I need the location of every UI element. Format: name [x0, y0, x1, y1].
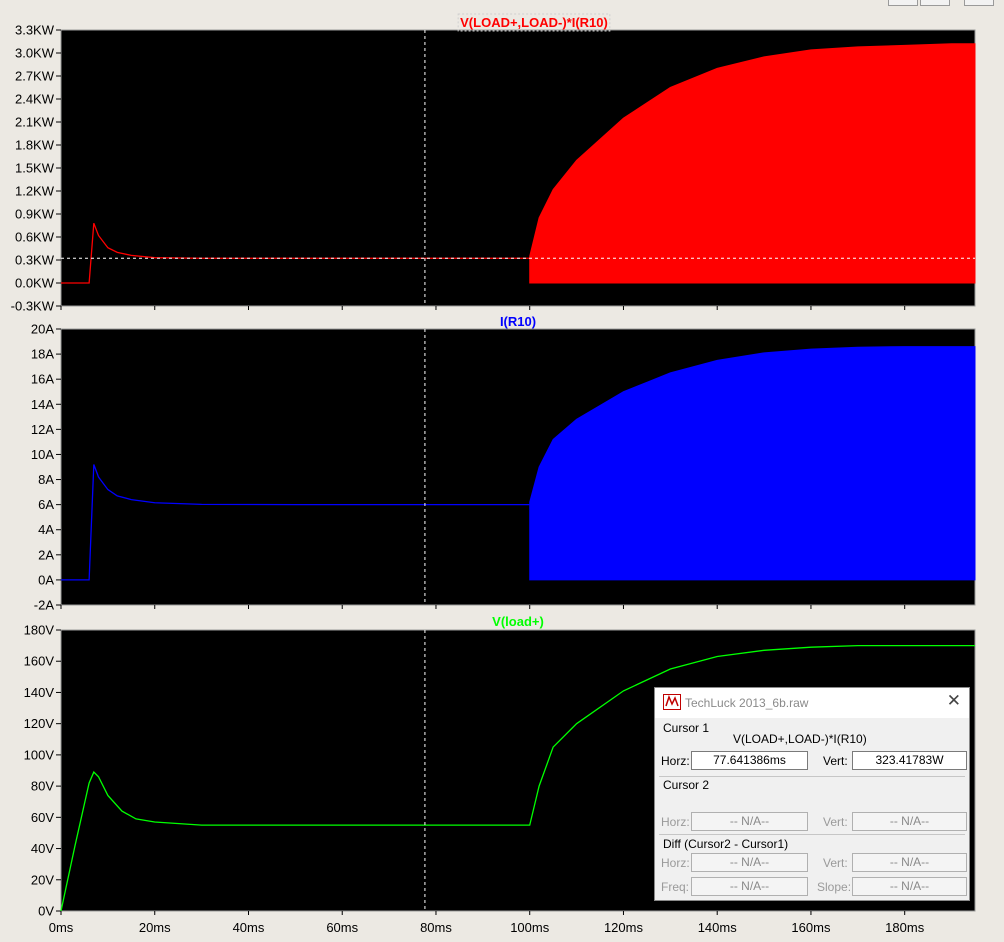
trace-title-voltage[interactable]: V(load+) [492, 614, 544, 629]
y-tick-label: 1.5KW [15, 161, 55, 176]
diff-slope-label: Slope: [817, 880, 852, 894]
plot-window: 3.3KW 3.0KW 2.7KW 2.4KW 2.1KW 1.8KW 1.5KW 1.2KW… [0, 0, 1004, 942]
y-tick-label: -2A [34, 598, 55, 613]
diff-slope-field: -- N/A-- [852, 877, 967, 896]
diff-vert-field: -- N/A-- [852, 853, 967, 872]
y-tick-label: 20A [31, 322, 54, 337]
y-tick-label: 4A [38, 522, 54, 537]
x-tick-label: 160ms [791, 920, 831, 935]
y-tick-label: 0A [38, 572, 54, 587]
x-tick-label: 180ms [885, 920, 925, 935]
x-tick-label: 60ms [326, 920, 358, 935]
x-tick-label: 40ms [233, 920, 265, 935]
y-tick-label: 120V [24, 716, 55, 731]
y-tick-label: 10A [31, 447, 54, 462]
cursor2-group-label: Cursor 2 [663, 778, 710, 792]
diff-horz-label: Horz: [661, 856, 690, 870]
y-tick-label: 3.0KW [15, 46, 55, 61]
y-tick-label: 1.2KW [15, 184, 55, 199]
cursor1-horz-label: Horz: [661, 754, 690, 768]
x-tick-label: 20ms [139, 920, 171, 935]
diff-vert-label: Vert: [823, 856, 848, 870]
cursor1-trace-name: V(LOAD+,LOAD-)*I(R10) [733, 732, 867, 746]
cursor1-group-label: Cursor 1 [663, 721, 710, 735]
cursor1-vert-field[interactable]: 323.41783W [852, 751, 967, 770]
dialog-titlebar[interactable]: TechLuck 2013_6b.raw ✕ [655, 688, 969, 718]
cursor1-horz-field[interactable]: 77.641386ms [691, 751, 808, 770]
x-tick-label: 80ms [420, 920, 452, 935]
y-tick-label: 12A [31, 422, 54, 437]
y-tick-label: 6A [38, 497, 54, 512]
close-icon[interactable]: ✕ [947, 691, 961, 711]
diff-group-label: Diff (Cursor2 - Cursor1) [663, 837, 789, 851]
y-tick-label: 8A [38, 472, 54, 487]
y-tick-label: 2.1KW [15, 115, 55, 130]
cursor2-horz-field: -- N/A-- [691, 812, 808, 831]
x-tick-label: 120ms [604, 920, 644, 935]
trace-title-current[interactable]: I(R10) [500, 314, 536, 329]
ltspice-icon [663, 694, 681, 710]
cursor2-vert-field: -- N/A-- [852, 812, 967, 831]
x-tick-label: 140ms [698, 920, 738, 935]
y-tick-label: 80V [31, 779, 54, 794]
x-tick-label: 100ms [510, 920, 550, 935]
y-tick-label: 0.0KW [15, 276, 55, 291]
dialog-title: TechLuck 2013_6b.raw [685, 696, 809, 710]
y-tick-label: 14A [31, 397, 54, 412]
y-tick-label: 0.6KW [15, 230, 55, 245]
diff-horz-field: -- N/A-- [691, 853, 808, 872]
divider [659, 834, 965, 835]
y-tick-label: 0V [38, 904, 54, 919]
y-tick-label: 100V [24, 747, 55, 762]
y-tick-label: 40V [31, 841, 54, 856]
cursor-dialog: TechLuck 2013_6b.raw ✕ Cursor 1 V(LOAD+,… [654, 687, 970, 901]
x-tick-label: 0ms [49, 920, 74, 935]
y-tick-label: 160V [24, 654, 55, 669]
y-tick-label: 20V [31, 872, 54, 887]
y-tick-label: 16A [31, 372, 54, 387]
diff-freq-label: Freq: [661, 880, 690, 894]
y-tick-label: 2.4KW [15, 92, 55, 107]
cursor2-vert-label: Vert: [823, 815, 848, 829]
y-tick-label: 1.8KW [15, 138, 55, 153]
y-tick-label: 3.3KW [15, 23, 55, 38]
y-tick-label: 180V [24, 623, 55, 638]
y-tick-label: 2.7KW [15, 69, 55, 84]
y-tick-label: 0.3KW [15, 253, 55, 268]
divider [659, 776, 965, 777]
trace-title-power[interactable]: V(LOAD+,LOAD-)*I(R10) [460, 15, 608, 30]
diff-freq-field: -- N/A-- [691, 877, 808, 896]
y-tick-label: -0.3KW [11, 299, 55, 314]
y-tick-label: 60V [31, 810, 54, 825]
cursor1-vert-label: Vert: [823, 754, 848, 768]
cursor2-horz-label: Horz: [661, 815, 690, 829]
y-tick-label: 140V [24, 685, 55, 700]
y-tick-label: 0.9KW [15, 207, 55, 222]
y-tick-label: 18A [31, 347, 54, 362]
y-tick-label: 2A [38, 547, 54, 562]
